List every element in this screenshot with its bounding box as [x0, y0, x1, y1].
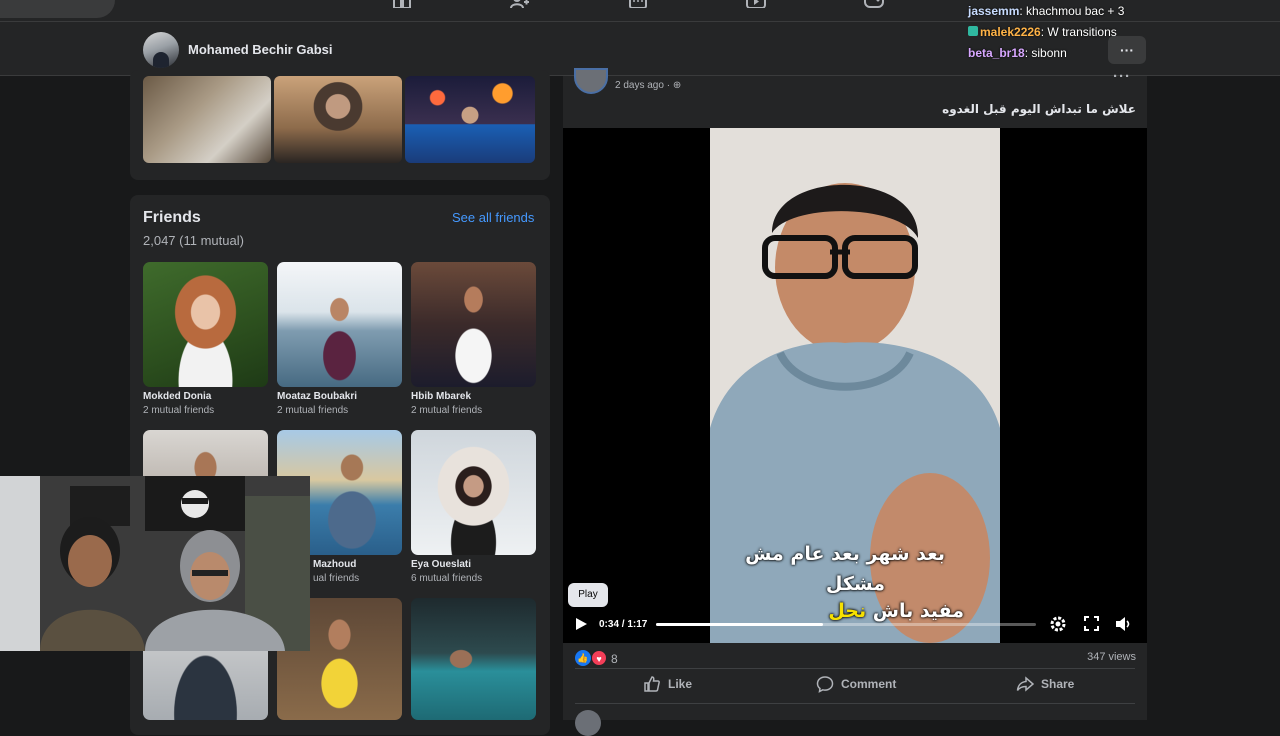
chat-username: malek2226 [980, 25, 1041, 39]
divider [575, 668, 1135, 669]
chat-message: beta_br18: sibonn [968, 46, 1067, 60]
view-count: 347 views [1087, 651, 1136, 663]
friend-name[interactable]: Hbib Mbarek [411, 391, 471, 402]
friend-name[interactable]: Eya Oueslati [411, 559, 471, 570]
home-icon[interactable] [391, 0, 413, 9]
thumbs-up-icon [644, 676, 660, 692]
friend-mutual: 2 mutual friends [277, 405, 349, 416]
love-reaction-icon[interactable]: ♥ [591, 650, 607, 666]
friend-mutual: 2 mutual friends [411, 405, 483, 416]
photo-thumbnail[interactable] [143, 76, 271, 163]
chat-text: W transitions [1047, 25, 1117, 39]
share-icon [1016, 676, 1034, 692]
profile-more-options-icon[interactable]: ··· [1108, 36, 1146, 64]
chat-message: jassemm: khachmou bac + 3 [968, 4, 1125, 18]
friend-name[interactable]: Mokded Donia [143, 391, 211, 402]
video-frame: بعد شهر بعد عام مش مشكل مفيد باش نحل [710, 128, 1000, 643]
marketplace-icon[interactable] [627, 0, 649, 9]
friend-name[interactable]: Mazhoud [313, 559, 356, 570]
video-subtitle: مشكل [825, 573, 885, 595]
globe-icon: ⊕ [672, 80, 682, 91]
play-tooltip: Play [568, 583, 608, 607]
video-progress-bar[interactable] [656, 623, 1036, 626]
badge-icon [968, 26, 978, 36]
chat-message: malek2226: W transitions [968, 25, 1117, 39]
friend-mutual: 2 mutual friends [143, 405, 215, 416]
comment-avatar [575, 710, 601, 736]
settings-gear-icon[interactable] [1049, 615, 1067, 638]
photo-thumbnail[interactable] [274, 76, 402, 163]
fullscreen-icon[interactable] [1083, 615, 1100, 637]
see-all-friends-link[interactable]: See all friends [452, 210, 534, 225]
post-timestamp[interactable]: 2 days ago · ⊕ [615, 80, 681, 91]
chat-username: beta_br18 [968, 46, 1025, 60]
reaction-count[interactable]: 8 [611, 652, 618, 666]
video-time: 0:34 / 1:17 [599, 619, 648, 630]
friend-photo[interactable] [411, 430, 536, 555]
friends-count: 2,047 (11 mutual) [143, 233, 244, 248]
chat-text: khachmou bac + 3 [1026, 4, 1125, 18]
photos-card [130, 70, 550, 180]
play-icon[interactable] [573, 616, 589, 637]
friends-icon[interactable] [509, 0, 531, 9]
webcam-overlay [0, 476, 310, 651]
video-subtitle: بعد شهر بعد عام مش [745, 543, 945, 565]
friend-name[interactable]: Moataz Boubakri [277, 391, 357, 402]
friend-mutual: ual friends [313, 573, 360, 584]
search-input[interactable] [0, 0, 115, 18]
profile-name[interactable]: Mohamed Bechir Gabsi [188, 42, 332, 57]
like-reaction-icon[interactable]: 👍 [575, 650, 591, 666]
gaming-icon[interactable] [863, 0, 885, 8]
video-progress-fill [656, 623, 824, 626]
comment-button[interactable]: Comment [816, 676, 896, 693]
chat-username: jassemm [968, 4, 1020, 18]
like-button[interactable]: Like [643, 676, 692, 692]
video-player[interactable]: بعد شهر بعد عام مش مشكل مفيد باش نحل [563, 128, 1147, 643]
friend-photo[interactable] [411, 598, 536, 720]
comment-icon [816, 676, 834, 693]
friend-photo[interactable] [277, 262, 402, 387]
video-subtitle: مفيد باش نحل [828, 600, 964, 622]
share-button[interactable]: Share [1016, 676, 1074, 692]
divider [575, 703, 1135, 704]
video-icon[interactable] [745, 0, 767, 9]
photo-thumbnail[interactable] [405, 76, 535, 163]
friend-photo[interactable] [143, 262, 268, 387]
post-more-options-icon[interactable]: ··· [1113, 68, 1131, 85]
friend-mutual: 6 mutual friends [411, 573, 483, 584]
friend-photo[interactable] [411, 262, 536, 387]
profile-avatar[interactable] [143, 32, 179, 68]
friends-title: Friends [143, 209, 201, 226]
post-text: علاش ما تبداش اليوم قبل الغدوه [942, 102, 1136, 116]
chat-text: sibonn [1031, 46, 1067, 60]
volume-icon[interactable] [1114, 615, 1132, 638]
